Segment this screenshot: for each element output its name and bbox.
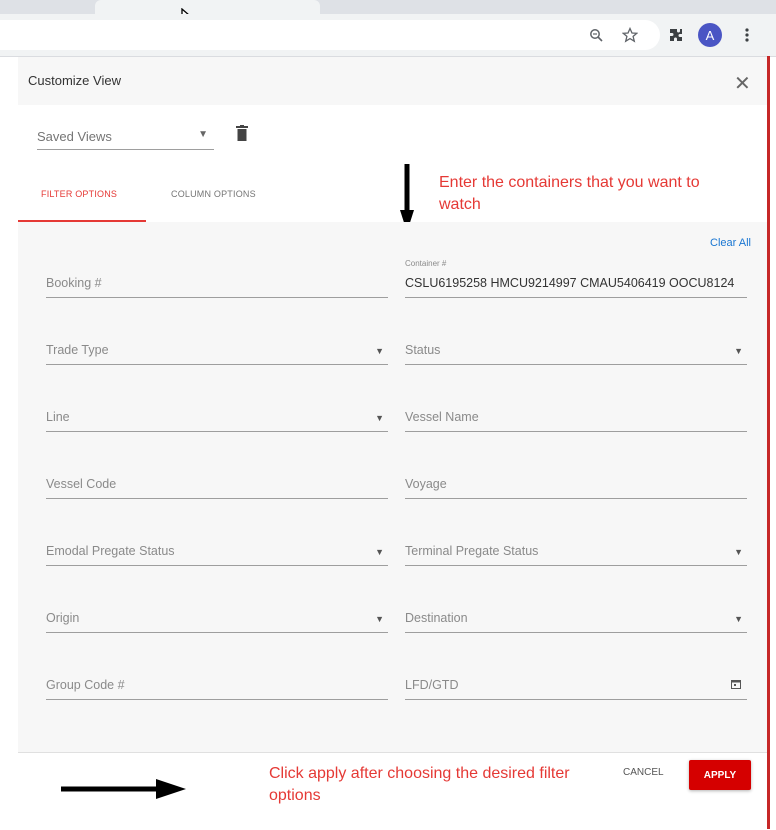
vessel-code-label: Vessel Code <box>46 477 117 491</box>
chevron-down-icon: ▼ <box>734 614 743 624</box>
chevron-down-icon: ▼ <box>375 614 384 624</box>
filter-form: Clear All Booking # Container # CSLU6195… <box>18 222 767 752</box>
clear-all-link[interactable]: Clear All <box>710 237 751 249</box>
kebab-menu-icon[interactable] <box>734 22 760 48</box>
browser-active-tab[interactable] <box>95 0 320 14</box>
chevron-down-icon: ▼ <box>198 129 208 140</box>
lfd-gtd-label: LFD/GTD <box>405 678 459 692</box>
container-field[interactable]: Container # CSLU6195258 HMCU9214997 CMAU… <box>405 259 747 298</box>
group-code-label: Group Code # <box>46 678 125 692</box>
apply-button[interactable]: APPLY <box>689 760 751 790</box>
annotation-click-apply: Click apply after choosing the desired f… <box>269 765 570 804</box>
voyage-label: Voyage <box>405 477 447 491</box>
close-icon[interactable]: ✕ <box>734 71 751 96</box>
profile-avatar[interactable]: A <box>698 23 722 47</box>
destination-label: Destination <box>405 611 468 625</box>
saved-views-label: Saved Views <box>37 129 112 144</box>
dialog-title: Customize View <box>28 73 121 88</box>
page-edge-accent <box>767 56 770 829</box>
trash-icon[interactable] <box>236 125 248 141</box>
booking-label: Booking # <box>46 276 102 290</box>
emodal-pregate-status-label: Emodal Pregate Status <box>46 544 175 558</box>
tab-column-options[interactable]: COLUMN OPTIONS <box>171 189 256 199</box>
terminal-pregate-status-label: Terminal Pregate Status <box>405 544 539 558</box>
status-label: Status <box>405 343 441 357</box>
browser-tab-strip <box>0 0 776 14</box>
saved-views-select[interactable]: Saved Views ▼ <box>37 125 214 150</box>
calendar-icon[interactable] <box>731 679 741 689</box>
bookmark-star-icon[interactable] <box>617 22 643 48</box>
terminal-pregate-status-select[interactable]: Terminal Pregate Status ▼ <box>405 541 747 566</box>
status-select[interactable]: Status ▼ <box>405 340 747 365</box>
chevron-down-icon: ▼ <box>375 413 384 423</box>
origin-select[interactable]: Origin ▼ <box>46 608 388 633</box>
line-select[interactable]: Line ▼ <box>46 407 388 432</box>
trade-type-label: Trade Type <box>46 343 109 357</box>
line-label: Line <box>46 410 70 424</box>
dialog-footer: Click apply after choosing the desired f… <box>18 752 767 830</box>
customize-view-dialog: Customize View ✕ Saved Views ▼ FILTER OP… <box>18 57 767 830</box>
lfd-gtd-field[interactable]: LFD/GTD <box>405 675 747 700</box>
extensions-icon[interactable] <box>663 22 689 48</box>
dialog-header: Customize View ✕ <box>18 57 767 105</box>
emodal-pregate-status-select[interactable]: Emodal Pregate Status ▼ <box>46 541 388 566</box>
cancel-button[interactable]: CANCEL <box>623 767 664 778</box>
vessel-name-field[interactable]: Vessel Name <box>405 407 747 432</box>
group-code-field[interactable]: Group Code # <box>46 675 388 700</box>
address-bar[interactable] <box>0 20 660 50</box>
destination-select[interactable]: Destination ▼ <box>405 608 747 633</box>
chevron-down-icon: ▼ <box>734 547 743 557</box>
vessel-name-label: Vessel Name <box>405 410 479 424</box>
container-value: CSLU6195258 HMCU9214997 CMAU5406419 OOCU… <box>405 276 735 290</box>
browser-toolbar: A <box>0 14 776 57</box>
tab-filter-options[interactable]: FILTER OPTIONS <box>41 189 117 199</box>
chevron-down-icon: ▼ <box>375 547 384 557</box>
annotation-enter-containers: Enter the containers that you want to wa… <box>439 174 700 213</box>
vessel-code-field[interactable]: Vessel Code <box>46 474 388 499</box>
trade-type-select[interactable]: Trade Type ▼ <box>46 340 388 365</box>
container-label: Container # <box>405 259 447 268</box>
chevron-down-icon: ▼ <box>375 346 384 356</box>
voyage-field[interactable]: Voyage <box>405 474 747 499</box>
booking-field[interactable]: Booking # <box>46 273 388 298</box>
zoom-icon[interactable] <box>583 22 609 48</box>
annotation-right-arrow-icon <box>61 779 186 799</box>
origin-label: Origin <box>46 611 80 625</box>
chevron-down-icon: ▼ <box>734 346 743 356</box>
